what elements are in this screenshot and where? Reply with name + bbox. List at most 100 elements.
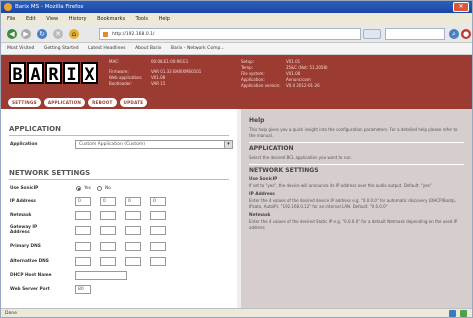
security-icon — [449, 310, 456, 317]
sonicip-no-radio[interactable] — [97, 186, 102, 191]
sonicip-no-label: No — [105, 186, 111, 191]
bookmark-latest-headlines[interactable]: Latest Headlines — [88, 46, 126, 51]
status-bar: Done — [1, 308, 472, 317]
navigation-toolbar: ◀ ▶ ↻ ✕ ⌂ http://192.168.0.1/ ⌕ ● — [1, 25, 472, 43]
tab-application[interactable]: APPLICATION — [43, 97, 86, 107]
dns2-octet-4[interactable] — [150, 257, 166, 266]
back-icon[interactable]: ◀ — [7, 29, 17, 39]
browser-window: Barix MS - Mozilla Firefox ✕ File Edit V… — [0, 0, 473, 318]
dns2-octet-2[interactable] — [100, 257, 116, 266]
web-port-input[interactable]: 80 — [75, 285, 91, 294]
application-label: Application — [10, 142, 38, 147]
status-text: Done — [5, 311, 17, 316]
stop-icon[interactable]: ✕ — [53, 29, 63, 39]
logo-letter: A — [27, 62, 44, 85]
divider — [9, 179, 229, 180]
menu-bar: File Edit View History Bookmarks Tools H… — [1, 13, 472, 25]
tab-settings[interactable]: SETTINGS — [8, 97, 41, 107]
firefox-icon — [4, 3, 12, 11]
logo-letter: B — [9, 62, 26, 85]
dhcp-host-input[interactable] — [75, 271, 127, 280]
forward-icon[interactable]: ▶ — [21, 29, 31, 39]
gateway-octet-3[interactable] — [125, 226, 141, 235]
site-favicon — [103, 32, 108, 37]
info-labels-left: MAC: Firmware: Web application: Bootload… — [109, 59, 142, 87]
address-bar[interactable]: http://192.168.0.1/ — [99, 28, 361, 40]
reload-icon[interactable]: ↻ — [37, 29, 47, 39]
bookmarks-bar: Most Visited Getting Started Latest Head… — [1, 43, 472, 55]
home-icon[interactable]: ⌂ — [69, 29, 79, 39]
bookmark-about-barix[interactable]: About Barix — [135, 46, 161, 51]
netmask-octet-2[interactable] — [100, 211, 116, 220]
sonicip-yes-radio[interactable] — [76, 186, 81, 191]
info-value: VAR 15 — [151, 81, 166, 86]
tab-update[interactable]: UPDATE — [119, 97, 148, 107]
info-label: Bootloader: — [109, 81, 133, 86]
window-title: Barix MS - Mozilla Firefox — [15, 4, 84, 10]
logo-letter: R — [45, 62, 62, 85]
application-select[interactable]: Custom Application (Custom) ▾ — [75, 140, 233, 149]
dns1-octet-2[interactable] — [100, 242, 116, 251]
ip-address-label: IP Address — [10, 199, 36, 204]
dns2-octet-3[interactable] — [125, 257, 141, 266]
search-input[interactable] — [385, 28, 445, 40]
help-application-title: APPLICATION — [249, 145, 294, 152]
application-select-value: Custom Application (Custom) — [79, 142, 145, 147]
dns2-octet-1[interactable] — [75, 257, 91, 266]
dns1-octet-4[interactable] — [150, 242, 166, 251]
dns1-octet-3[interactable] — [125, 242, 141, 251]
ip-octet-4[interactable]: 0 — [150, 197, 166, 206]
bookmark-barix-network[interactable]: Barix - Network Comp... — [171, 46, 225, 51]
gateway-octet-2[interactable] — [100, 226, 116, 235]
menu-edit[interactable]: Edit — [26, 16, 36, 22]
web-server-port-label: Web Server Port — [10, 287, 50, 292]
menu-tools[interactable]: Tools — [136, 16, 148, 22]
dns1-octet-1[interactable] — [75, 242, 91, 251]
info-value: V0.4 2012-01-26 — [286, 83, 320, 88]
page-content: B A R I X MAC: Firmware: Web application… — [1, 55, 472, 308]
help-application-text: Select the desired BCL application you w… — [249, 155, 352, 160]
divider — [249, 164, 464, 165]
bookmark-getting-started[interactable]: Getting Started — [44, 46, 79, 51]
connection-icon — [460, 310, 467, 317]
help-panel: Help This help gives you a quick insight… — [241, 109, 472, 308]
logo-letter: X — [81, 62, 98, 85]
address-text: http://192.168.0.1/ — [112, 32, 155, 37]
menu-help[interactable]: Help — [159, 16, 170, 22]
info-labels-right: Setup: Temp: File system: Application: A… — [241, 59, 281, 89]
gateway-octet-4[interactable] — [150, 226, 166, 235]
alternative-dns-label: Alternative DNS — [10, 259, 49, 264]
settings-form: APPLICATION Application Custom Applicati… — [1, 109, 237, 308]
ip-octet-2[interactable]: 0 — [100, 197, 116, 206]
bookmark-most-visited[interactable]: Most Visited — [7, 46, 34, 51]
ip-octet-3[interactable]: 0 — [125, 197, 141, 206]
info-label: Application version: — [241, 83, 281, 88]
netmask-octet-3[interactable] — [125, 211, 141, 220]
menu-file[interactable]: File — [7, 16, 15, 22]
help-text: This help gives you a quick insight into… — [249, 127, 458, 138]
close-button[interactable]: ✕ — [453, 2, 469, 12]
netmask-label: Netmask — [10, 213, 32, 218]
divider — [9, 135, 229, 136]
ip-octet-1[interactable]: 0 — [75, 197, 91, 206]
tab-reboot[interactable]: REBOOT — [88, 97, 117, 107]
network-section-title: NETWORK SETTINGS — [9, 169, 91, 177]
gateway-label: Gateway IP Address — [10, 225, 38, 235]
dhcp-host-label: DHCP Host Name — [10, 273, 52, 278]
divider — [249, 142, 464, 143]
device-header: B A R I X MAC: Firmware: Web application… — [1, 55, 472, 109]
info-values-right: V01.01 25&C (Not: 51.2058) V01.08 Annunc… — [286, 59, 328, 89]
menu-bookmarks[interactable]: Bookmarks — [97, 16, 125, 22]
logo-letter: I — [63, 62, 80, 85]
addon-icon[interactable]: ● — [461, 29, 471, 39]
search-icon[interactable]: ⌕ — [449, 29, 459, 39]
netmask-octet-4[interactable] — [150, 211, 166, 220]
go-button[interactable] — [363, 29, 381, 39]
help-network-title: NETWORK SETTINGS — [249, 167, 319, 174]
menu-history[interactable]: History — [69, 16, 87, 22]
netmask-octet-1[interactable] — [75, 211, 91, 220]
gateway-octet-1[interactable] — [75, 226, 91, 235]
help-netmask-text: Enter the 4 values of the desired Static… — [249, 219, 458, 230]
menu-view[interactable]: View — [46, 16, 58, 22]
info-values-left: 00:08:E1:00:96:E1 VAR 01.33 BARIXMS0101 … — [151, 59, 201, 87]
